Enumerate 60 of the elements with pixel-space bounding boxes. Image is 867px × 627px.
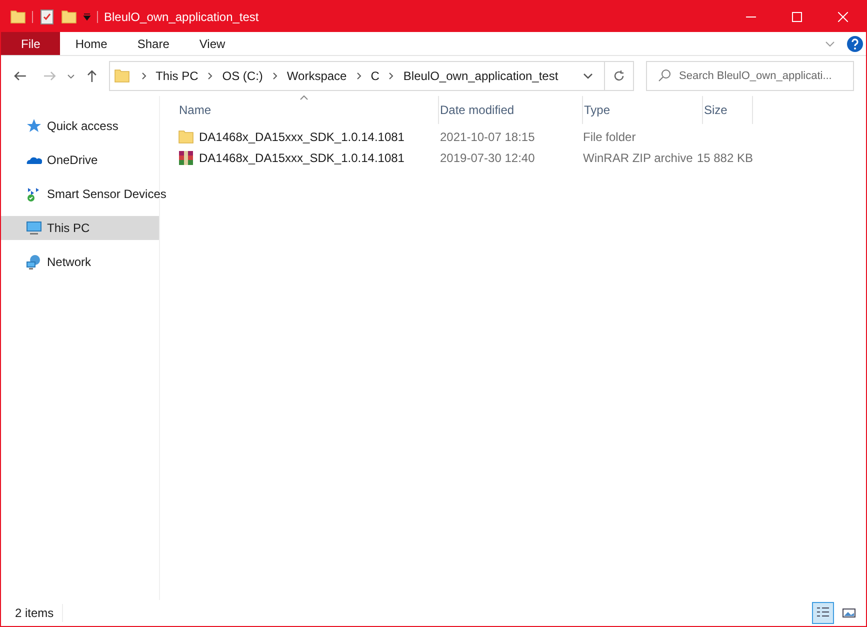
- breadcrumb-item[interactable]: Workspace: [286, 67, 347, 85]
- refresh-icon[interactable]: [613, 70, 625, 82]
- chevron-down-icon[interactable]: [582, 71, 592, 81]
- up-arrow-icon[interactable]: [84, 69, 99, 83]
- folder-icon: [10, 8, 26, 24]
- archive-icon: [178, 150, 194, 166]
- chevron-right-icon: [140, 72, 148, 80]
- date-cell: 2019-07-30 12:40: [439, 150, 535, 164]
- column-header[interactable]: Name: [178, 96, 439, 124]
- file-name: DA1468x_DA15xxx_SDK_1.0.14.1081: [199, 128, 404, 146]
- type-cell: WinRAR ZIP archive: [583, 150, 693, 164]
- close-icon[interactable]: [838, 12, 848, 22]
- sidebar-label: Quick access: [47, 118, 118, 135]
- ribbon-tab[interactable]: Share: [122, 32, 184, 55]
- folder-icon: [114, 68, 130, 84]
- chevron-right-icon: [270, 72, 279, 80]
- sidebar-item[interactable]: Network: [1, 250, 159, 274]
- sidebar-label: Smart Sensor Devices: [47, 186, 166, 203]
- ribbon-tab[interactable]: View: [184, 32, 240, 55]
- network-icon: [26, 254, 42, 270]
- folder-icon: [178, 128, 194, 144]
- sidebar-item[interactable]: OneDrive: [1, 148, 159, 172]
- new-folder-icon: [61, 8, 77, 24]
- checklist-icon[interactable]: [39, 8, 55, 24]
- item-count: 2 items: [15, 604, 63, 622]
- sidebar-item[interactable]: Quick access: [1, 114, 159, 138]
- window-title: BleulO_own_application_test: [104, 8, 259, 26]
- type-cell: File folder: [583, 130, 636, 144]
- file-row[interactable]: DA1468x_DA15xxx_SDK_1.0.14.1081 2021-10-07 18:15 File folder: [178, 126, 866, 147]
- maximize-icon[interactable]: [792, 12, 802, 22]
- column-header[interactable]: Type: [583, 96, 703, 124]
- sidebar-label: OneDrive: [47, 152, 98, 169]
- date-cell: 2021-10-07 18:15: [439, 130, 535, 144]
- back-arrow-icon[interactable]: [13, 69, 27, 83]
- sort-caret-icon: [300, 95, 308, 100]
- sidebar-item[interactable]: This PC: [1, 216, 159, 240]
- breadcrumb-item[interactable]: C: [370, 67, 380, 85]
- breadcrumb-item[interactable]: OS (C:): [222, 67, 263, 85]
- search-icon: [658, 69, 671, 82]
- chevron-right-icon: [354, 72, 363, 80]
- breadcrumb-item[interactable]: This PC: [156, 67, 198, 85]
- ribbon-tab[interactable]: Home: [60, 32, 122, 55]
- breadcrumb-item[interactable]: BleulO_own_application_test: [403, 67, 558, 85]
- dropdown-icon[interactable]: [83, 12, 91, 20]
- computer-icon: [26, 220, 42, 236]
- star-icon: [26, 118, 42, 134]
- sidebar-label: This PC: [47, 220, 90, 237]
- search-field[interactable]: Search BleulO_own_applicati...: [646, 61, 854, 91]
- column-header[interactable]: Size: [703, 96, 753, 124]
- chevron-down-icon[interactable]: [66, 72, 75, 80]
- details-view-button[interactable]: [812, 602, 834, 624]
- picture-icon: [842, 606, 856, 620]
- sidebar-label: Network: [47, 254, 92, 271]
- file-name: DA1468x_DA15xxx_SDK_1.0.14.1081: [199, 150, 404, 166]
- chevron-right-icon: [387, 72, 396, 80]
- address-bar[interactable]: This PC OS (C:) Workspace C BleulO_own_application_test: [108, 61, 634, 91]
- file-row[interactable]: DA1468x_DA15xxx_SDK_1.0.14.1081 2019-07-30 12:40 WinRAR ZIP archive 15 882 KB: [178, 147, 866, 168]
- column-header[interactable]: Date modified: [439, 96, 583, 124]
- chevron-right-icon: [206, 72, 214, 80]
- help-icon[interactable]: [847, 36, 863, 52]
